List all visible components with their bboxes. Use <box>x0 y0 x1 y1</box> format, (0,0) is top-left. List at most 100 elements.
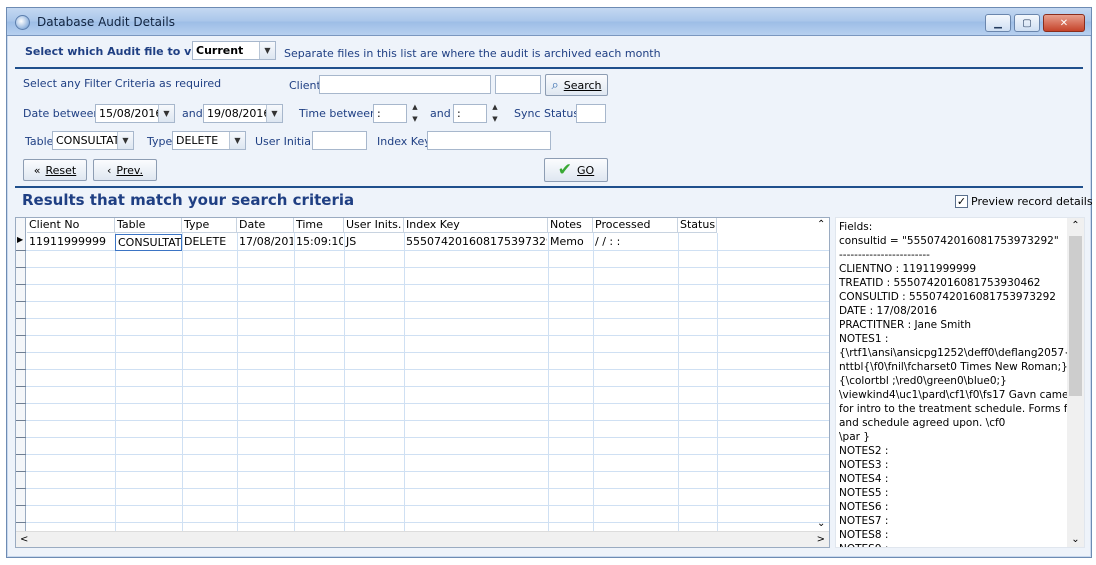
row-indicator-line <box>16 386 26 387</box>
chevron-down-icon[interactable]: ▼ <box>117 132 133 149</box>
scroll-right-icon[interactable]: > <box>817 534 825 545</box>
type-value: DELETE <box>176 134 219 147</box>
preview-text: Fields: consultid = "55507420160817539732… <box>839 220 1067 547</box>
index-key-input[interactable] <box>427 131 551 150</box>
table-label: Table <box>25 135 54 148</box>
audit-file-select[interactable]: Current ▼ <box>192 41 276 60</box>
col-type[interactable]: Type <box>182 218 237 232</box>
results-grid: ▶ Client No Table Type Date Time User In… <box>15 217 830 548</box>
results-heading: Results that match your search criteria <box>22 191 355 209</box>
preview-vertical-scrollbar[interactable]: ⌃ ⌄ <box>1067 218 1084 547</box>
grid-column-line <box>294 233 295 539</box>
col-user-inits[interactable]: User Inits. <box>344 218 404 232</box>
time-to-spinner[interactable]: ▲ ▼ <box>489 103 501 124</box>
sync-status-label: Sync Status <box>514 107 580 120</box>
cell-processed[interactable]: / / : : <box>593 234 678 251</box>
grid-row-line <box>16 471 829 472</box>
close-button[interactable]: ✕ <box>1043 14 1085 32</box>
preview-line: NOTES2 : <box>839 445 889 457</box>
cell-type[interactable]: DELETE <box>182 234 237 251</box>
cell-index-key[interactable]: 5550742016081753973292 <box>404 234 548 251</box>
window-title: Database Audit Details <box>37 15 175 29</box>
cell-client-no[interactable]: 11911999999 <box>27 234 115 251</box>
prev-icon: ‹ <box>106 163 112 177</box>
row-indicator-line <box>16 369 26 370</box>
minimize-button[interactable]: ▁ <box>985 14 1011 32</box>
preview-line: \par } <box>839 431 870 443</box>
cell-time[interactable]: 15:09:10 <box>294 234 344 251</box>
table-select[interactable]: CONSULTAT ▼ <box>52 131 134 150</box>
chevron-down-icon[interactable]: ▼ <box>229 132 245 149</box>
grid-column-line <box>548 233 549 539</box>
grid-row-line <box>16 301 829 302</box>
user-initials-input[interactable] <box>312 131 367 150</box>
prev-button[interactable]: ‹ Prev. <box>93 159 157 181</box>
sync-status-input[interactable] <box>576 104 606 123</box>
close-icon: ✕ <box>1059 17 1069 29</box>
time-from-input[interactable]: : <box>373 104 407 123</box>
grid-row-line <box>16 284 829 285</box>
row-indicator-line <box>16 454 26 455</box>
chevron-down-icon[interactable]: ▼ <box>158 105 174 122</box>
grid-horizontal-scrollbar[interactable]: < > <box>16 531 829 547</box>
preview-checkbox[interactable]: ✓ <box>955 195 968 208</box>
scroll-down-icon[interactable]: ⌄ <box>1067 534 1084 545</box>
audit-file-label: Select which Audit file to view <box>25 45 213 58</box>
type-label: Type <box>147 135 173 148</box>
grid-column-line <box>182 233 183 539</box>
client-secondary-input[interactable] <box>495 75 541 94</box>
grid-row-line <box>16 522 829 523</box>
time-from-spinner[interactable]: ▲ ▼ <box>409 103 421 124</box>
search-label: Search <box>563 78 602 92</box>
scroll-left-icon[interactable]: < <box>20 534 28 545</box>
grid-scroll-down-icon[interactable]: ⌄ <box>817 518 825 529</box>
chevron-down-icon[interactable]: ▼ <box>266 105 282 122</box>
table-row[interactable]: 11911999999 CONSULTATI DELETE 17/08/2016… <box>27 234 717 251</box>
cell-notes[interactable]: Memo <box>548 234 593 251</box>
preview-line: PRACTITNER : Jane Smith <box>839 319 972 331</box>
grid-row-line <box>16 420 829 421</box>
maximize-button[interactable]: ▢ <box>1014 14 1040 32</box>
cell-table[interactable]: CONSULTATI <box>115 234 182 251</box>
row-indicator-line <box>16 471 26 472</box>
go-button[interactable]: ✔ GO <box>544 158 608 182</box>
preview-line: NOTES9 : <box>839 542 1067 547</box>
current-row-icon: ▶ <box>17 235 24 244</box>
grid-column-line <box>717 233 718 539</box>
client-input[interactable] <box>319 75 491 94</box>
date-from-picker[interactable]: 15/08/2016 ▼ <box>95 104 175 123</box>
col-date[interactable]: Date <box>237 218 294 232</box>
preview-line: Fields: <box>839 221 873 233</box>
reset-button[interactable]: « Reset <box>23 159 87 181</box>
row-indicator-line <box>16 250 26 251</box>
scroll-up-icon[interactable]: ⌃ <box>1067 220 1084 231</box>
col-processed[interactable]: Processed <box>593 218 678 232</box>
scroll-thumb[interactable] <box>1069 236 1082 396</box>
grid-row-line <box>16 386 829 387</box>
preview-line: {\rtf1\ansi\ansicpg1252\deff0\deflang205… <box>839 347 1067 359</box>
grid-row-line <box>16 454 829 455</box>
audit-file-note: Separate files in this list are where th… <box>284 47 661 60</box>
grid-row-line <box>16 318 829 319</box>
prev-label: Prev. <box>116 163 144 177</box>
col-table[interactable]: Table <box>115 218 182 232</box>
col-status[interactable]: Status <box>678 218 717 232</box>
time-to-input[interactable]: : <box>453 104 487 123</box>
grid-row-line <box>16 437 829 438</box>
grid-column-line <box>344 233 345 539</box>
cell-user-inits[interactable]: JS <box>344 234 404 251</box>
grid-scroll-up-icon[interactable]: ⌃ <box>817 219 825 230</box>
type-select[interactable]: DELETE ▼ <box>172 131 246 150</box>
row-indicator-line <box>16 335 26 336</box>
audit-window: Database Audit Details ▁ ▢ ✕ Select whic… <box>6 7 1093 558</box>
search-button[interactable]: ⌕ Search <box>545 74 608 96</box>
cell-status[interactable] <box>678 234 717 251</box>
col-notes[interactable]: Notes <box>548 218 593 232</box>
grid-row-line <box>16 267 829 268</box>
col-time[interactable]: Time <box>294 218 344 232</box>
col-index-key[interactable]: Index Key <box>404 218 548 232</box>
col-client-no[interactable]: Client No <box>27 218 115 232</box>
chevron-down-icon[interactable]: ▼ <box>259 42 275 59</box>
cell-date[interactable]: 17/08/2016 <box>237 234 294 251</box>
date-to-picker[interactable]: 19/08/2016 ▼ <box>203 104 283 123</box>
